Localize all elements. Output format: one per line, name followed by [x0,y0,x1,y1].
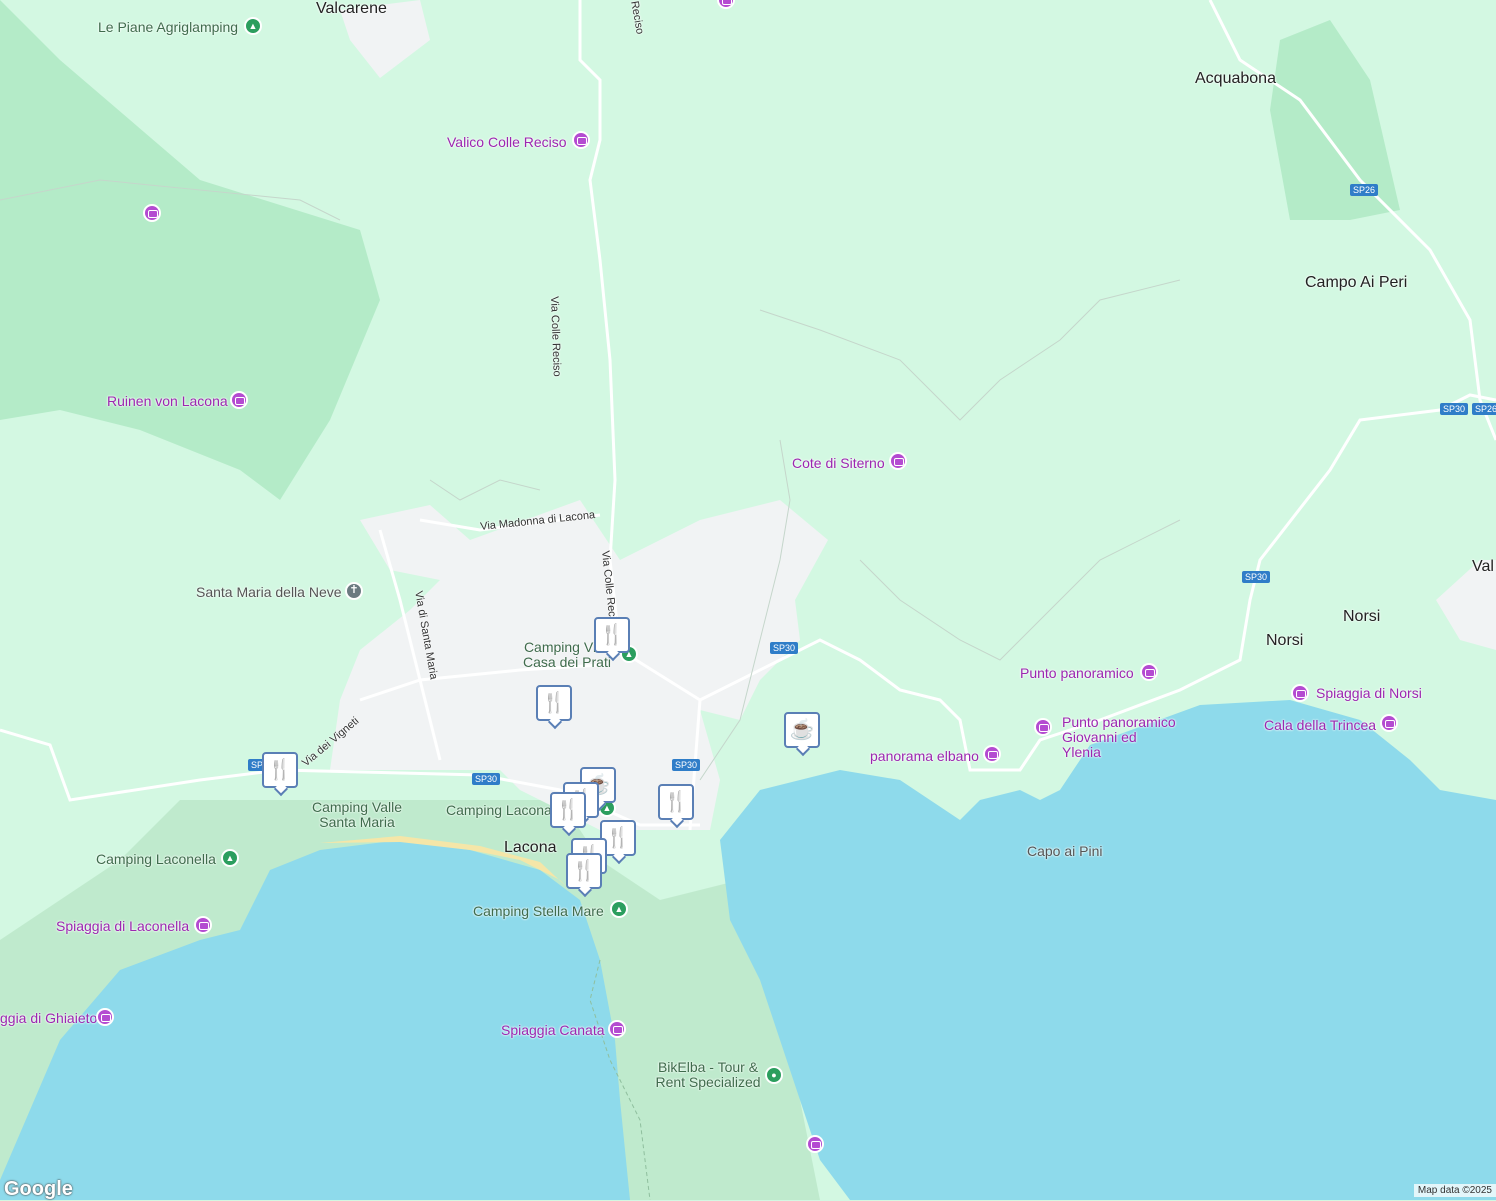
restaurant-marker[interactable]: 🍴 [566,853,602,889]
town-label: Acquabona [1195,70,1276,87]
poi-label[interactable]: Valico Colle Reciso [447,134,567,150]
camera-icon[interactable] [1291,684,1309,702]
camping-label[interactable]: Camping Lacona [446,802,552,818]
poi-label[interactable]: ggia di Ghiaieto [0,1010,97,1026]
road-shield: SP30 [1440,403,1469,415]
cafe-marker[interactable]: ☕ [784,712,820,748]
road-shield: SP26 [1350,184,1379,196]
map-attribution[interactable]: Map data ©2025 [1413,1184,1496,1197]
fork-knife-icon: 🍴 [605,827,631,849]
road-shield: SP30 [770,642,799,654]
road-shield: SP30 [672,759,701,771]
church-label[interactable]: Santa Maria della Neve [196,584,342,600]
poi-label[interactable]: Punto panoramico Giovanni ed Ylenia [1062,715,1177,760]
town-label: Valcarene [316,0,387,17]
camera-icon[interactable] [143,204,161,222]
road-shield: SP26 [1472,403,1496,415]
campsite-icon[interactable]: ▲ [244,17,262,35]
camping-label[interactable]: Camping Valle Santa Maria [305,800,409,830]
camping-label[interactable]: Camping Laconella [96,851,216,867]
google-logo: Google [4,1178,73,1200]
camping-label[interactable]: Camping Stella Mare [473,903,604,919]
camera-icon[interactable] [194,916,212,934]
camera-icon[interactable] [608,1020,626,1038]
sea [720,700,1496,1200]
camera-icon[interactable] [230,391,248,409]
camera-icon[interactable] [889,452,907,470]
fork-knife-icon: 🍴 [541,692,567,714]
poi-label[interactable]: Cote di Siterno [792,455,885,471]
camping-label[interactable]: Le Piane Agriglamping [98,19,238,35]
fork-knife-icon: 🍴 [599,624,625,646]
restaurant-marker[interactable]: 🍴 [536,685,572,721]
camera-icon[interactable] [1140,663,1158,681]
bike-shop-icon[interactable]: ● [765,1066,783,1084]
camera-icon[interactable] [983,745,1001,763]
poi-label[interactable]: Punto panoramico [1020,665,1134,681]
fork-knife-icon: 🍴 [571,860,597,882]
map-canvas[interactable] [0,0,1496,1200]
restaurant-marker[interactable]: 🍴 [658,784,694,820]
fork-knife-icon: 🍴 [663,791,689,813]
poi-label[interactable]: panorama elbano [870,748,979,764]
restaurant-marker[interactable]: 🍴 [550,792,586,828]
poi-label[interactable]: Spiaggia di Norsi [1316,685,1422,701]
cross-icon[interactable]: ✝ [345,582,363,600]
restaurant-marker[interactable]: 🍴 [262,752,298,788]
road-shield: SP30 [1242,571,1271,583]
camping-label[interactable]: BikElba - Tour & Rent Specialized [652,1060,764,1090]
poi-label[interactable]: Ruinen von Lacona [107,393,228,409]
town-label: Norsi [1343,608,1381,625]
camera-icon[interactable] [572,131,590,149]
camera-icon[interactable] [1034,718,1052,736]
fork-knife-icon: 🍴 [555,799,581,821]
camera-icon[interactable] [96,1008,114,1026]
restaurant-marker[interactable]: 🍴 [594,617,630,653]
camera-icon[interactable] [1380,714,1398,732]
campsite-icon[interactable]: ▲ [610,900,628,918]
poi-label[interactable]: Spiaggia di Laconella [56,918,189,934]
town-label: Val [1472,558,1494,575]
coffee-cup-icon: ☕ [789,719,815,741]
poi-label[interactable]: Cala della Trincea [1264,717,1376,733]
town-label: Campo Ai Peri [1305,274,1408,291]
camera-icon[interactable] [806,1135,824,1153]
road-shield: SP30 [472,773,501,785]
town-label: Norsi [1266,632,1304,649]
poi-label[interactable]: Spiaggia Canata [501,1022,605,1038]
town-label: Lacona [504,839,557,856]
cape-label: Capo ai Pini [1027,843,1103,859]
campsite-icon[interactable]: ▲ [221,849,239,867]
fork-knife-icon: 🍴 [267,759,293,781]
